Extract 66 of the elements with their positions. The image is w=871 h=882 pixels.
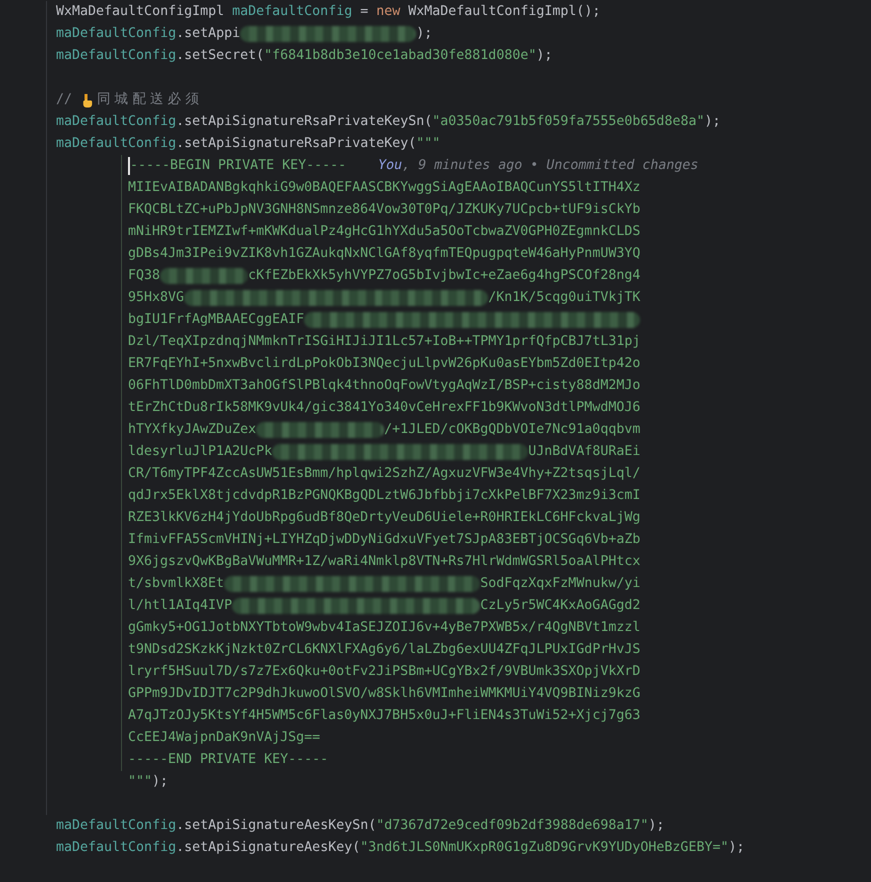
blame-annotation: You, 9 minutes ago • Uncommitted changes [378, 157, 698, 175]
code-text: maDefaultConfig [56, 113, 176, 131]
code-text: gDBs4Jm3IPei9vZIK8vh1GZAukqNxNClGAf8yqfmTEQpugpqteW46aHyPnmUW3YQ [128, 245, 640, 263]
code-text: FKQCBLtZC+uPbJpNV3GNH8NSmnze864Vow30T0Pq/JZKUKy7UCpcb+tUF9isCkYb [128, 201, 640, 219]
code-text: """ [416, 135, 440, 153]
code-text: "f6841b8db3e10ce1abad30fe881d080e" [264, 47, 536, 65]
code-text: bgIU1FrfAgMBAAECggEAIF [128, 311, 304, 329]
code-text: 06FhTlD0mbDmXT3ahOGfSlPBlqk4thnoOqFowVtygAqWzI/BSP+cisty88dM2MJo [128, 377, 640, 395]
code-text: CcEEJ4WajpnDaK9nVAjJSg== [128, 729, 320, 747]
code-text: CzLy5r5WC4KxAoGAGgd2 [480, 597, 640, 615]
code-text: t/sbvmlkX8Et [128, 575, 224, 593]
code-text: 同城配送必须 [97, 90, 203, 109]
code-text: ER7FqEYhI+5nxwBvclirdLpPokObI3NQecjuLlpvW26pKu0asEYbm5Zd0EItp42o [128, 355, 640, 373]
code-text: tErZhCtDu8rIk58MK9vUk4/gic3841Yo340vCeHrexFF1b9KWvoN3dtlPMwdMOJ6 [128, 399, 640, 417]
code-text: maDefaultConfig [56, 25, 176, 43]
code-text: cKfEZbEkXk5yhVYPZ7oG5bIvjbwIc+eZae6g4hgPSCOf28ng4 [248, 267, 640, 285]
code-text: l/htl1AIq4IVP [128, 597, 232, 615]
code-text: maDefaultConfig [232, 3, 352, 21]
code-text: Dzl/TeqXIpzdnqjNMmknTrISGiHIJiJI1Lc57+IoB++TPMY1prfQfpCBJ7tL31pj [128, 333, 640, 351]
code-text: WxMaDefaultConfigImpl [56, 3, 224, 21]
code-text: RZE3lkKV6zH4jYdoUbRpg6udBf8QeDrtyVeuD6Uiele+R0HRIEkLC6HFckvaLjWg [128, 509, 640, 527]
code-text: """ [128, 773, 152, 791]
code-text: maDefaultConfig [56, 839, 176, 857]
code-text: lryrf5HSuul7D/s7z7Ex6Qku+0otFv2JiPSBm+UCgYBx2f/9VBUmk3SXOpjVkXrD [128, 663, 640, 681]
code-text: .setApiSignatureAesKeySn( [176, 817, 376, 835]
code-text: .setApiSignatureAesKey( [176, 839, 360, 857]
code-text: ); [152, 773, 168, 791]
code-text: ); [704, 113, 720, 131]
code-text: -----END PRIVATE KEY----- [128, 751, 328, 769]
code-text: mNiHR9trIEMZIwf+mKWKdualPz4gHcG1hYXdu5a5OoTcbwaZV0GPH0ZEgmnkCLDS [128, 223, 640, 241]
code-text: SodFqzXqxFzMWnukw/yi [480, 575, 640, 593]
code-text: WxMaDefaultConfigImpl(); [408, 3, 600, 21]
code-text: .setApiSignatureRsaPrivateKey( [176, 135, 416, 153]
code-text: "a0350ac791b5f059fa7555e0b65d8e8a" [432, 113, 704, 131]
code-text: t9NDsd2SKzkKjNzkt0ZrCL6KNXlFXAg6y6/laLZbg6exUU4ZFqJLPUxIGdPrHvJS [128, 641, 640, 659]
code-text: maDefaultConfig [56, 47, 176, 65]
code-text: ); [728, 839, 744, 857]
code-text: ); [536, 47, 552, 65]
code-text: = [360, 3, 368, 21]
code-text: MIIEvAIBADANBgkqhkiG9w0BAQEFAASCBKYwggSiAgEAAoIBAQCunYS5ltITH4Xz [128, 179, 640, 197]
code-text: .setAppi [176, 25, 240, 43]
code-text: ldesyrluJlP1A2UcPk [128, 443, 272, 461]
code-text: GPPm9JDvIDJT7c2P9dhJkuwoOlSVO/w8Sklh6VMImheiWMKMUiY4VQ9BINiz9kzG [128, 685, 640, 703]
code-text: /+1JLED/cOKBgQDbVOIe7Nc91a0qqbvm [384, 421, 640, 439]
code-text: CR/T6myTPF4ZccAsUW51EsBmm/hplqwi2SzhZ/AgxuzVFW3e4Vhy+Z2tsqsjLql/ [128, 465, 640, 483]
code-text: 95Hx8VG [128, 289, 184, 307]
code-text: ); [648, 817, 664, 835]
code-text: ); [416, 25, 432, 43]
code-text: UJnBdVAf8URaEi [528, 443, 640, 461]
code-text: maDefaultConfig [56, 817, 176, 835]
code-text: // [56, 91, 72, 109]
code-text: "d7367d72e9cedf09b2df3988de698a17" [376, 817, 648, 835]
code-text: .setSecret( [176, 47, 264, 65]
code-text: qdJrx5EklX8tjcdvdpR1BzPGNQKBgQDLztW6Jbfbbji7cXkPelBF7X23mz9i3cmI [128, 487, 640, 505]
code-text: -----BEGIN PRIVATE KEY----- [130, 157, 346, 175]
code-text: /Kn1K/5cqg0uiTVkjTK [488, 289, 640, 307]
code-text: new [376, 3, 400, 21]
code-text: 9X6jgszvQwKBgBaVWuMMR+1Z/waRi4Nmklp8VTN+Rs7HlrWdmWGSRl5oaAlPHtcx [128, 553, 640, 571]
code-text: A7qJTzOJy5KtsYf4H5WM5c6Flas0yNXJ7BH5x0uJ+FliEN4s3TuWi52+Xjcj7g63 [128, 707, 640, 725]
code-text: hTYXfkyJAwZDuZex [128, 421, 256, 439]
code-text: .setApiSignatureRsaPrivateKeySn( [176, 113, 432, 131]
code-text: maDefaultConfig [56, 135, 176, 153]
code-text: gGmky5+OG1JotbNXYTbtoW9wbv4IaSEJZOIJ6v+4yBe7PXWB5x/r4QgNBVt1mzzl [128, 619, 640, 637]
code-text: "3nd6tJLS0NmUKxpR0G1gZu8D9GrvK9YUDyOHeBzGEBY=" [360, 839, 728, 857]
code-text: FQ38 [128, 267, 160, 285]
code-text: IfmivFFA5ScmVHINj+LIYHZqDjwDDyNiGdxuVFyet7SJpA83EBTjOCSGq6Vb+aZb [128, 531, 640, 549]
